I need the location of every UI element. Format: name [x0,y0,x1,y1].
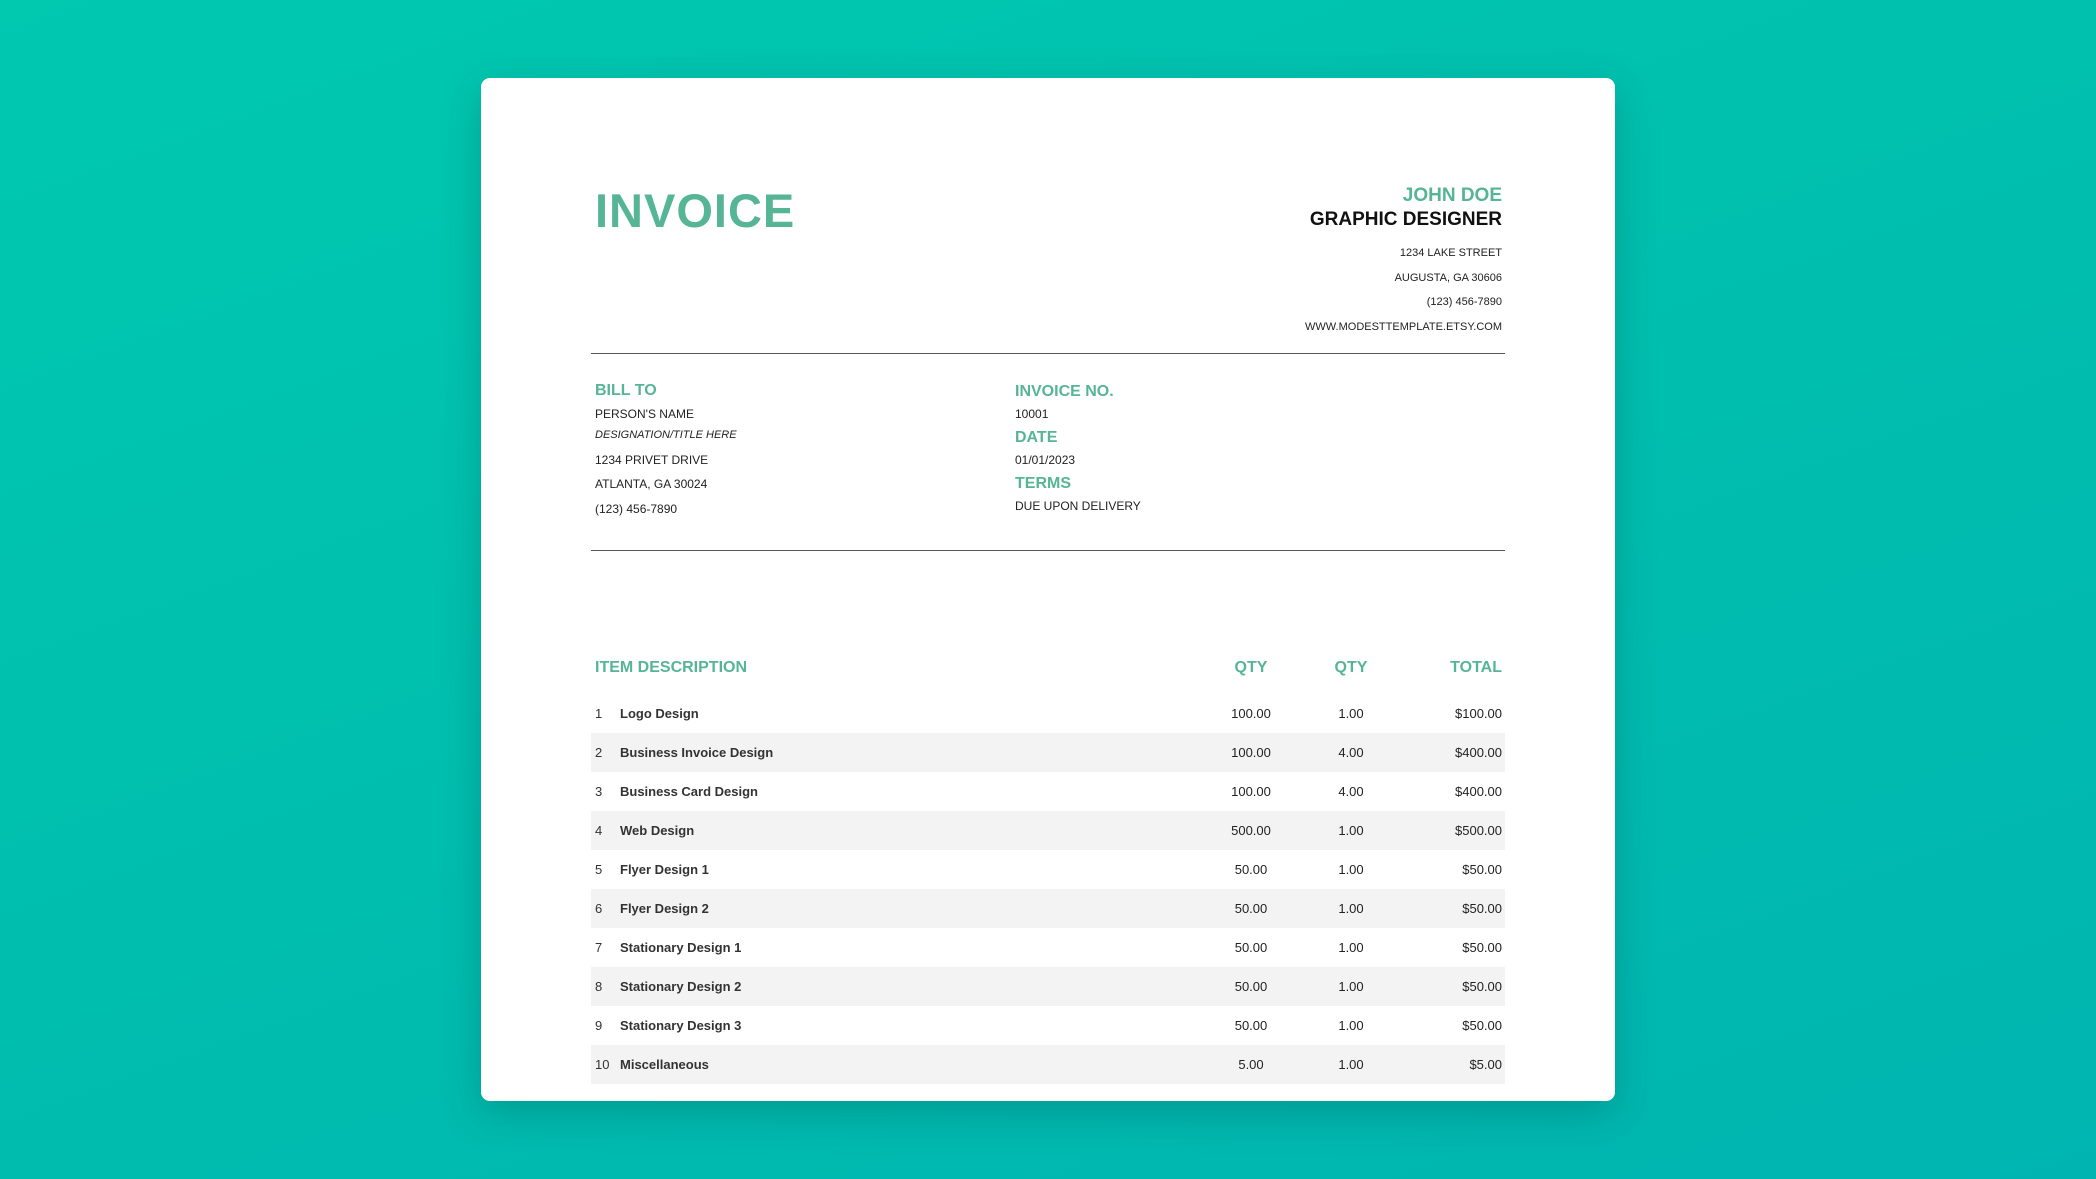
table-row: 3 Business Card Design 100.00 4.00 $400.… [591,772,1505,811]
row-total: $5.00 [1469,1057,1502,1072]
row-description: Stationary Design 1 [620,940,742,955]
row-total: $100.00 [1455,706,1502,721]
sender-block: JOHN DOE GRAPHIC DESIGNER 1234 LAKE STRE… [1305,184,1502,339]
row-description: Flyer Design 2 [620,901,709,916]
table-body: 1 Logo Design 100.00 1.00 $100.00 2 Busi… [591,694,1505,1084]
sender-name: JOHN DOE [1402,185,1502,206]
row-number: 1 [595,706,603,721]
row-qty-2: 4.00 [1338,745,1364,760]
date-label: DATE [1015,429,1058,446]
sender-street: 1234 LAKE STREET [1399,247,1502,259]
row-qty-1: 100.00 [1231,706,1271,721]
header-divider [591,353,1505,354]
header-item-description: ITEM DESCRIPTION [595,659,748,676]
row-qty-1: 100.00 [1231,784,1271,799]
bill-to-block: BILL TO PERSON'S NAME DESIGNATION/TITLE … [595,380,737,521]
terms-label: TERMS [1015,475,1071,492]
row-qty-2: 1.00 [1338,1018,1364,1033]
row-qty-2: 1.00 [1338,979,1364,994]
table-row: 8 Stationary Design 2 50.00 1.00 $50.00 [591,967,1505,1006]
bill-to-label: BILL TO [595,382,657,399]
row-total: $50.00 [1462,979,1502,994]
row-number: 6 [595,901,603,916]
table-row: 4 Web Design 500.00 1.00 $500.00 [591,811,1505,850]
row-description: Logo Design [620,706,699,721]
row-number: 5 [595,862,603,877]
row-qty-2: 1.00 [1338,706,1364,721]
row-total: $50.00 [1462,940,1502,955]
row-number: 8 [595,979,603,994]
sender-city: AUGUSTA, GA 30606 [1394,271,1502,284]
row-qty-1: 50.00 [1234,1018,1268,1033]
row-description: Business Card Design [620,784,758,799]
header-qty-2: QTY [1334,659,1368,676]
table-row: 9 Stationary Design 3 50.00 1.00 $50.00 [591,1006,1505,1045]
row-qty-2: 1.00 [1338,823,1364,838]
row-qty-2: 4.00 [1338,784,1364,799]
row-qty-1: 5.00 [1238,1057,1264,1072]
row-qty-2: 1.00 [1338,862,1364,877]
table-row: 2 Business Invoice Design 100.00 4.00 $4… [591,733,1505,772]
invoice-sheet: INVOICE JOHN DOE GRAPHIC DESIGNER 1234 L… [481,78,1615,1101]
invoice-title: INVOICE [595,184,796,237]
row-total: $50.00 [1462,901,1502,916]
table-row: 6 Flyer Design 2 50.00 1.00 $50.00 [591,889,1505,928]
details-divider [591,550,1505,551]
header-qty-1: QTY [1234,659,1268,676]
bill-to-street: 1234 PRIVET DRIVE [595,452,709,467]
header-total: TOTAL [1450,659,1502,676]
table-row: 7 Stationary Design 1 50.00 1.00 $50.00 [591,928,1505,967]
invoice-no-value: 10001 [1015,407,1049,421]
date-value: 01/01/2023 [1015,453,1076,467]
row-total: $500.00 [1455,823,1502,838]
bill-to-designation: DESIGNATION/TITLE HERE [595,428,737,441]
table-header: ITEM DESCRIPTION QTY QTY TOTAL [591,659,1505,685]
row-number: 2 [595,745,603,760]
row-qty-2: 1.00 [1338,1057,1364,1072]
row-description: Miscellaneous [620,1057,709,1072]
row-qty-2: 1.00 [1338,901,1364,916]
row-total: $50.00 [1462,1018,1502,1033]
table-row: 1 Logo Design 100.00 1.00 $100.00 [591,694,1505,733]
table-row: 10 Miscellaneous 5.00 1.00 $5.00 [591,1045,1505,1084]
sender-website: WWW.MODESTTEMPLATE.ETSY.COM [1305,320,1502,333]
row-description: Stationary Design 3 [620,1018,742,1033]
row-number: 7 [595,940,603,955]
row-qty-2: 1.00 [1338,940,1364,955]
bill-to-city: ATLANTA, GA 30024 [595,477,708,491]
row-qty-1: 100.00 [1231,745,1271,760]
table-row: 5 Flyer Design 1 50.00 1.00 $50.00 [591,850,1505,889]
row-description: Business Invoice Design [620,745,774,760]
row-description: Stationary Design 2 [620,979,742,994]
terms-value: DUE UPON DELIVERY [1015,499,1141,513]
invoice-details-block: INVOICE NO. 10001 DATE 01/01/2023 TERMS … [1015,380,1141,518]
invoice-no-label: INVOICE NO. [1015,383,1114,400]
bill-to-name: PERSON'S NAME [595,407,694,421]
row-number: 4 [595,823,603,838]
row-number: 10 [595,1057,610,1072]
row-qty-1: 50.00 [1234,862,1268,877]
row-description: Flyer Design 1 [620,862,709,877]
row-number: 9 [595,1018,603,1033]
sender-role: GRAPHIC DESIGNER [1309,209,1502,230]
row-description: Web Design [620,823,695,838]
sender-phone: (123) 456-7890 [1426,296,1502,308]
bill-to-phone: (123) 456-7890 [595,501,678,516]
row-qty-1: 50.00 [1234,979,1268,994]
row-qty-1: 500.00 [1231,823,1271,838]
row-total: $50.00 [1462,862,1502,877]
row-qty-1: 50.00 [1234,940,1268,955]
row-number: 3 [595,784,603,799]
row-total: $400.00 [1455,784,1502,799]
row-total: $400.00 [1455,745,1502,760]
row-qty-1: 50.00 [1234,901,1268,916]
